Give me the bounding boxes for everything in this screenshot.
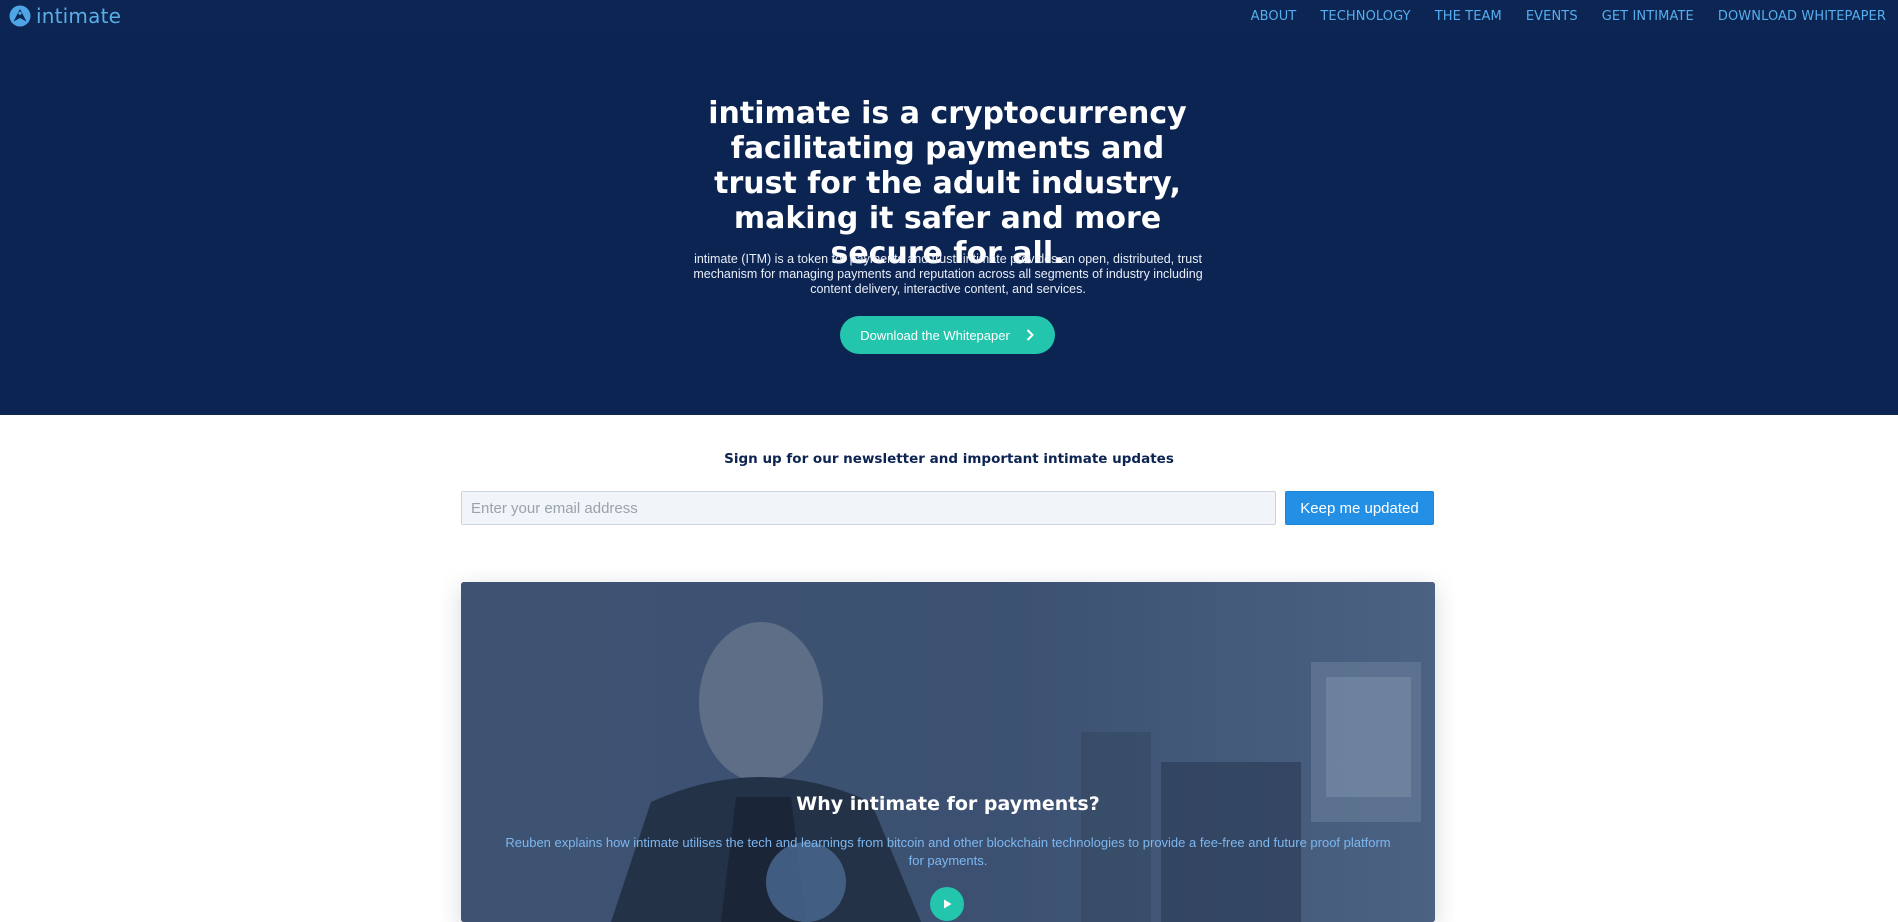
top-nav: intimate ABOUT TECHNOLOGY THE TEAM EVENT… xyxy=(0,0,1898,32)
nav-link-download-whitepaper[interactable]: DOWNLOAD WHITEPAPER xyxy=(1718,9,1886,24)
nav-link-technology[interactable]: TECHNOLOGY xyxy=(1320,9,1410,24)
hero-section: intimate is a cryptocurrency facilitatin… xyxy=(0,32,1898,415)
brand-name: intimate xyxy=(36,4,122,28)
nav-link-about[interactable]: ABOUT xyxy=(1251,9,1297,24)
email-field[interactable] xyxy=(461,491,1276,525)
video-thumbnail-image xyxy=(461,582,1435,922)
hero-title: intimate is a cryptocurrency facilitatin… xyxy=(708,96,1187,271)
intimate-logo-icon xyxy=(9,5,31,27)
nav-links: ABOUT TECHNOLOGY THE TEAM EVENTS GET INT… xyxy=(1251,0,1898,32)
keep-me-updated-button[interactable]: Keep me updated xyxy=(1285,491,1434,525)
video-title: Why intimate for payments? xyxy=(796,793,1100,815)
hero-description: intimate (ITM) is a token for payments a… xyxy=(693,252,1203,296)
nav-link-get-intimate[interactable]: GET INTIMATE xyxy=(1602,9,1694,24)
play-icon xyxy=(944,899,952,909)
download-whitepaper-label: Download the Whitepaper xyxy=(860,327,1010,343)
video-description: Reuben explains how intimate utilises th… xyxy=(505,835,1391,868)
chevron-right-icon xyxy=(1026,329,1034,341)
download-whitepaper-button[interactable]: Download the Whitepaper xyxy=(840,316,1055,354)
brand-logo-link[interactable]: intimate xyxy=(9,4,121,28)
video-card[interactable]: Why intimate for payments? Reuben explai… xyxy=(461,582,1435,922)
nav-link-the-team[interactable]: THE TEAM xyxy=(1435,9,1502,24)
nav-link-events[interactable]: EVENTS xyxy=(1526,9,1578,24)
newsletter-title: Sign up for our newsletter and important… xyxy=(724,451,1174,467)
play-video-button[interactable] xyxy=(930,887,964,921)
